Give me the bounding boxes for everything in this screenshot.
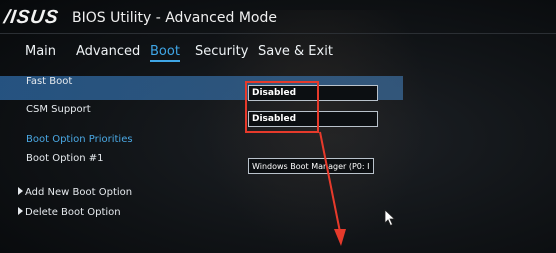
annotation-arrow-icon [319,131,346,246]
bios-screen: /ISUS BIOS Utility - Advanced Mode Main … [0,0,556,253]
mouse-cursor-icon [384,209,396,227]
